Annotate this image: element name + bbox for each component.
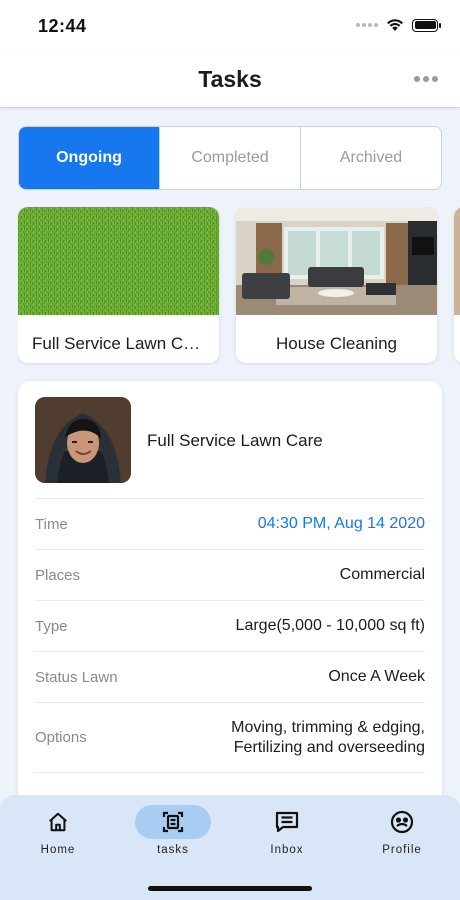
- provider-name: Full Service Lawn Care: [147, 431, 323, 450]
- provider-header: Full Service Lawn Care: [35, 397, 425, 483]
- detail-label: Status Lawn: [35, 668, 118, 686]
- service-title: Full Service Lawn Care: [32, 334, 205, 353]
- nav-bar: Tasks: [0, 52, 460, 108]
- options-line: Fertilizing and overseeding: [233, 738, 425, 756]
- cellular-signal-icon: [356, 23, 378, 27]
- status-bar: 12:44: [0, 0, 460, 52]
- detail-label: Type: [35, 617, 68, 635]
- services-carousel: Full Service Lawn Care House Cleaning: [18, 207, 460, 365]
- task-status-tabs: Ongoing Completed Archived: [18, 126, 442, 190]
- tab-label: Home: [40, 844, 76, 856]
- detail-value: 04:30 PM, Aug 14 2020: [257, 515, 425, 532]
- detail-value: Large(5,000 - 10,000 sq ft): [235, 617, 425, 634]
- tab-ongoing[interactable]: Ongoing: [19, 127, 159, 189]
- detail-row-status-lawn: Status Lawn Once A Week: [35, 651, 425, 702]
- home-indicator: [148, 886, 312, 891]
- tab-home[interactable]: Home: [12, 805, 104, 865]
- tab-profile[interactable]: Profile: [356, 805, 448, 865]
- wifi-icon: [387, 19, 403, 31]
- detail-row-places: Places Commercial: [35, 549, 425, 600]
- task-detail-card[interactable]: Full Service Lawn Care Time 04:30 PM, Au…: [18, 381, 442, 821]
- service-card-house-cleaning[interactable]: House Cleaning: [236, 207, 437, 363]
- options-line: Moving, trimming & edging,: [231, 718, 425, 736]
- tasks-icon: [162, 811, 184, 833]
- detail-value: Once A Week: [328, 668, 425, 685]
- more-options-icon[interactable]: [414, 76, 438, 82]
- home-icon: [49, 812, 67, 832]
- inbox-icon: [275, 811, 299, 833]
- service-image: [454, 207, 460, 315]
- service-title: House Cleaning: [276, 334, 397, 353]
- avatar: [35, 397, 131, 483]
- detail-value: Moving, trimming & edging, Fertilizing a…: [231, 718, 425, 758]
- tab-label: Profile: [382, 844, 422, 856]
- detail-row-time: Time 04:30 PM, Aug 14 2020: [35, 498, 425, 549]
- service-card-partial[interactable]: [454, 207, 460, 363]
- lawn-image: [18, 207, 219, 315]
- living-room-image: [236, 207, 437, 315]
- page-title: Tasks: [198, 66, 262, 92]
- tab-tasks[interactable]: tasks: [127, 805, 219, 865]
- detail-label: Time: [35, 515, 68, 533]
- service-card-lawn-care[interactable]: Full Service Lawn Care: [18, 207, 219, 363]
- task-details-list: Time 04:30 PM, Aug 14 2020 Places Commer…: [35, 498, 425, 821]
- detail-row-options: Options Moving, trimming & edging, Ferti…: [35, 702, 425, 772]
- battery-icon: [412, 18, 441, 32]
- detail-value: Commercial: [339, 566, 425, 583]
- status-icons: [356, 18, 441, 32]
- status-time: 12:44: [38, 16, 87, 36]
- tab-inbox[interactable]: Inbox: [241, 805, 333, 865]
- detail-label: Options: [35, 729, 87, 746]
- tab-label: tasks: [157, 844, 189, 856]
- detail-row-type: Type Large(5,000 - 10,000 sq ft): [35, 600, 425, 651]
- tab-archived[interactable]: Archived: [300, 127, 441, 189]
- profile-icon: [390, 810, 414, 834]
- tab-completed[interactable]: Completed: [159, 127, 300, 189]
- tab-label: Inbox: [270, 844, 304, 856]
- detail-label: Places: [35, 566, 81, 584]
- bottom-tab-bar: Home tasks Inbox Profile: [0, 795, 460, 900]
